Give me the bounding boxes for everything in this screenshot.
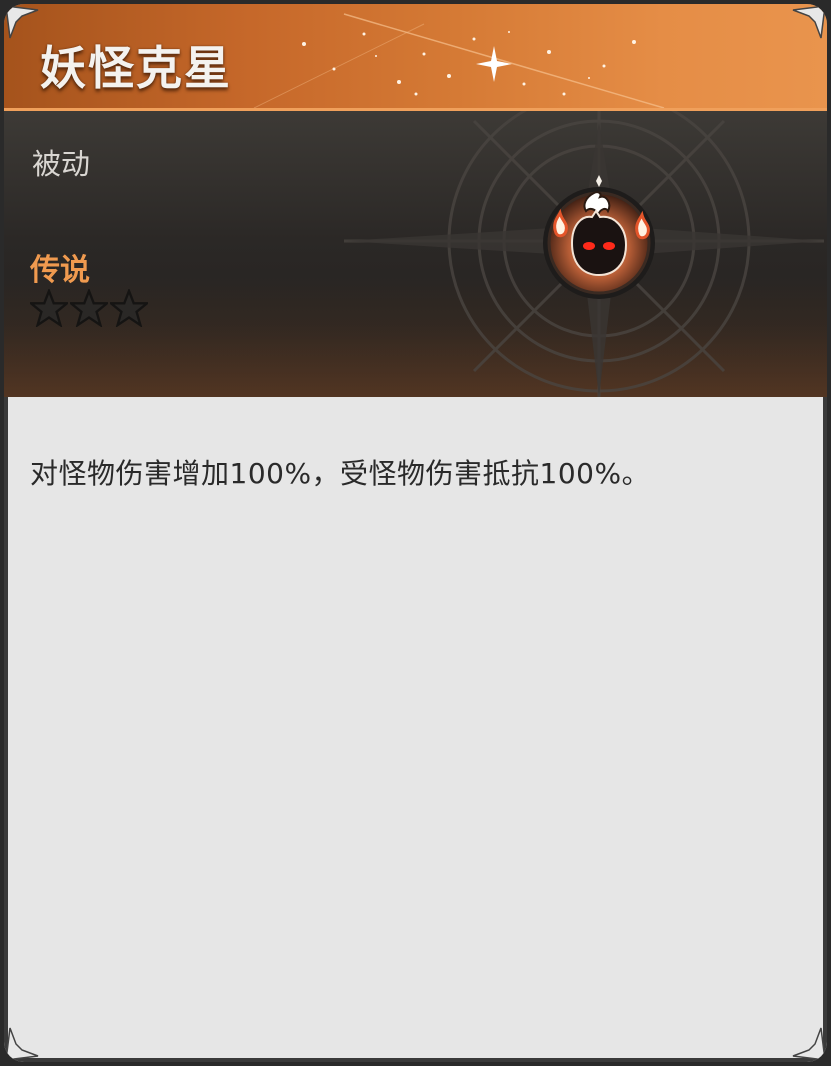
skill-rarity: 传说 <box>30 253 90 288</box>
star-icon <box>70 289 108 327</box>
skill-description: 对怪物伤害增加100%，受怪物伤害抵抗100%。 <box>30 457 651 490</box>
corner-ornament-icon <box>5 1027 39 1061</box>
skill-info-panel: 被动 传说 <box>4 111 827 397</box>
skill-name: 妖怪克星 <box>40 41 232 95</box>
corner-ornament-icon <box>5 5 39 39</box>
star-icon <box>110 289 148 327</box>
title-bar: 妖怪克星 <box>4 4 827 111</box>
star-icon <box>30 289 68 327</box>
corner-ornament-icon <box>792 1027 826 1061</box>
skill-type: 被动 <box>32 147 91 181</box>
monster-flame-icon <box>543 175 655 299</box>
skill-card: 妖怪克星 被动 传说 对怪物伤害增加100%，受怪物伤害抵抗100%。 <box>4 4 827 1062</box>
corner-ornament-icon <box>792 5 826 39</box>
star-rating <box>30 289 148 327</box>
